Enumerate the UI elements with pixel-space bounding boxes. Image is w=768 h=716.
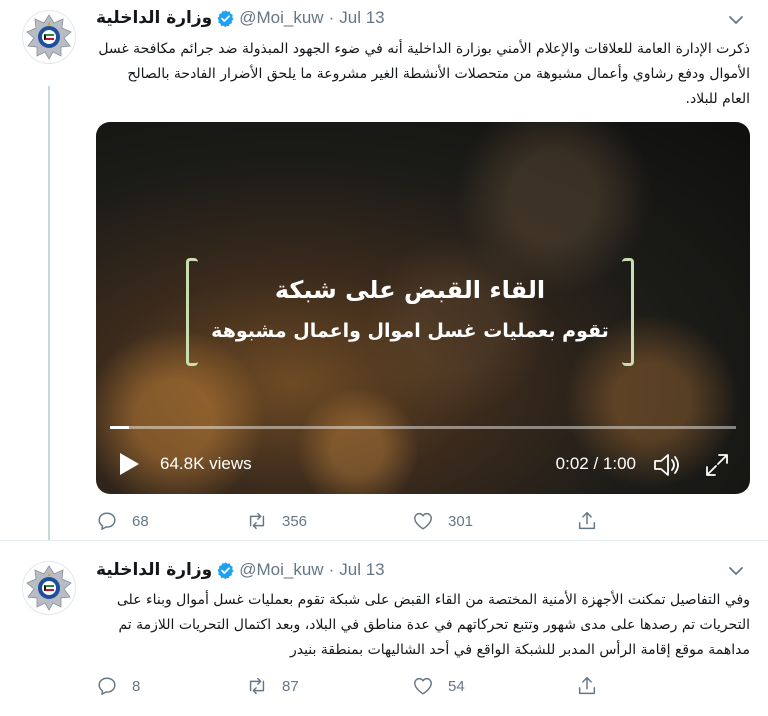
tweet-text: ذكرت الإدارة العامة للعلاقات والإعلام ال… xyxy=(98,41,750,107)
author-handle[interactable]: @Moi_kuw xyxy=(239,8,323,28)
like-count: 301 xyxy=(448,512,474,530)
chevron-down-icon[interactable] xyxy=(726,10,746,30)
avatar[interactable] xyxy=(22,10,76,64)
tweet-text: وفي التفاصيل تمكنت الأجهزة الأمنية المخت… xyxy=(116,592,750,658)
volume-icon[interactable] xyxy=(652,452,682,478)
share-icon xyxy=(578,677,596,695)
retweet-count: 87 xyxy=(282,677,299,695)
tweet-date[interactable]: Jul 13 xyxy=(339,8,384,28)
retweet-button[interactable]: 87 xyxy=(246,673,299,699)
verified-badge-icon xyxy=(217,561,234,579)
video-progress-bar[interactable] xyxy=(110,426,736,429)
reply-count: 68 xyxy=(132,512,149,530)
retweet-icon xyxy=(249,677,265,695)
police-emblem-icon xyxy=(26,565,72,611)
play-icon[interactable] xyxy=(118,452,140,476)
separator-dot: · xyxy=(328,560,335,579)
retweet-icon xyxy=(249,512,265,530)
tweet-header: وزارة الداخلية @Moi_kuw · Jul 13 xyxy=(96,560,385,580)
police-emblem-icon xyxy=(26,14,72,60)
share-button[interactable] xyxy=(576,508,598,534)
tweet[interactable]: وزارة الداخلية @Moi_kuw · Jul 13 وفي الت… xyxy=(0,540,768,716)
share-icon xyxy=(578,512,596,530)
tweet-date[interactable]: Jul 13 xyxy=(339,560,384,580)
tweet-header: وزارة الداخلية @Moi_kuw · Jul 13 xyxy=(96,8,385,28)
video-progress-fill xyxy=(110,426,129,429)
bracket-left xyxy=(186,258,198,366)
retweet-button[interactable]: 356 xyxy=(246,508,307,534)
thread-connector xyxy=(48,86,50,540)
video-overlay-title: القاء القبض على شبكة xyxy=(274,276,546,304)
retweet-count: 356 xyxy=(282,512,308,530)
view-count: 64.8K views xyxy=(160,454,252,473)
video-controls: 64.8K views 0:02 / 1:00 xyxy=(96,448,750,482)
reply-icon xyxy=(98,677,116,695)
author-handle[interactable]: @Moi_kuw xyxy=(239,560,323,580)
tweet[interactable]: وزارة الداخلية @Moi_kuw · Jul 13 ذكرت ال… xyxy=(0,0,768,540)
verified-badge-icon xyxy=(217,9,234,27)
like-icon xyxy=(414,677,432,695)
author-name[interactable]: وزارة الداخلية xyxy=(96,560,212,580)
video-time: 0:02 / 1:00 xyxy=(555,454,636,473)
author-name[interactable]: وزارة الداخلية xyxy=(96,8,212,28)
avatar[interactable] xyxy=(22,561,76,615)
fullscreen-icon[interactable] xyxy=(704,452,730,478)
like-icon xyxy=(414,512,432,530)
like-button[interactable]: 54 xyxy=(412,673,465,699)
reply-button[interactable]: 8 xyxy=(96,673,140,699)
tweet-actions: 68 356 301 xyxy=(96,508,616,534)
chevron-down-icon[interactable] xyxy=(726,561,746,581)
share-button[interactable] xyxy=(576,673,598,699)
video-title-card: القاء القبض على شبكة تقوم بعمليات غسل ام… xyxy=(186,258,634,366)
like-count: 54 xyxy=(448,677,465,695)
reply-button[interactable]: 68 xyxy=(96,508,149,534)
tweet-actions: 8 87 54 xyxy=(96,673,616,699)
video-overlay-subtitle: تقوم بعمليات غسل اموال واعمال مشبوهة xyxy=(211,320,609,342)
video-player[interactable]: القاء القبض على شبكة تقوم بعمليات غسل ام… xyxy=(96,122,750,494)
like-button[interactable]: 301 xyxy=(412,508,473,534)
bracket-right xyxy=(622,258,634,366)
reply-count: 8 xyxy=(132,677,141,695)
separator-dot: · xyxy=(328,8,335,27)
reply-icon xyxy=(98,512,116,530)
